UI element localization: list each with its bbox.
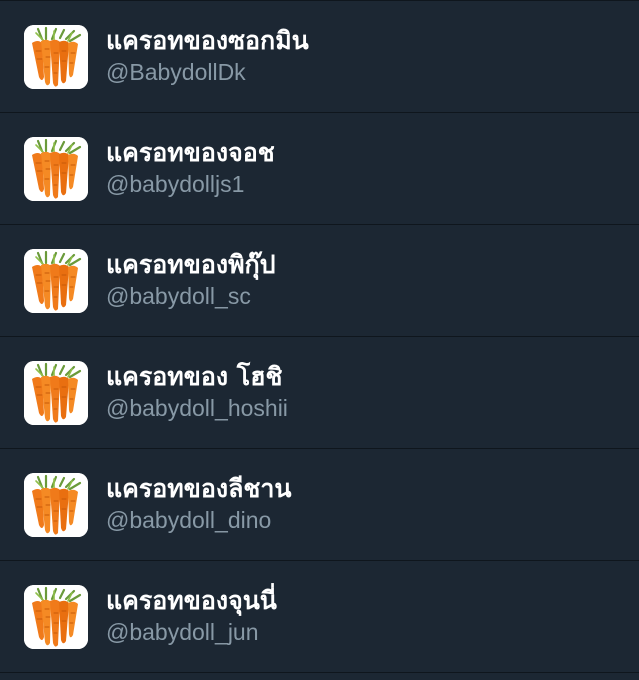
account-handle: @babydoll_sc xyxy=(106,282,251,309)
account-row[interactable]: แครอทของซอกมิน @BabydollDk xyxy=(0,1,639,113)
account-handle: @BabydollDk xyxy=(106,58,246,85)
carrot-icon xyxy=(24,584,88,649)
account-text: แครอทของลีชาน @babydoll_dino xyxy=(106,473,292,535)
carrot-icon xyxy=(24,248,88,313)
account-text: แครอทของซอกมิน @BabydollDk xyxy=(106,25,309,87)
account-text: แครอทของพิกุ๊ป @babydoll_sc xyxy=(106,249,276,311)
account-handle: @babydolljs1 xyxy=(106,170,245,197)
avatar[interactable] xyxy=(24,136,88,201)
avatar[interactable] xyxy=(24,248,88,313)
account-row[interactable]: แครอทของ โฮชิ @babydoll_hoshii xyxy=(0,337,639,449)
account-text: แครอทของจุนนี่ @babydoll_jun xyxy=(106,585,277,647)
avatar[interactable] xyxy=(24,472,88,537)
account-list: แครอทของซอกมิน @BabydollDk แครอทของจอช @… xyxy=(0,0,639,673)
avatar[interactable] xyxy=(24,360,88,425)
account-text: แครอทของจอช @babydolljs1 xyxy=(106,137,275,199)
account-row[interactable]: แครอทของพิกุ๊ป @babydoll_sc xyxy=(0,225,639,337)
account-display-name: แครอทของลีชาน xyxy=(106,473,292,503)
account-handle: @babydoll_hoshii xyxy=(106,394,288,421)
account-handle: @babydoll_dino xyxy=(106,506,272,533)
carrot-icon xyxy=(24,24,88,89)
account-display-name: แครอทของซอกมิน xyxy=(106,25,309,55)
carrot-icon xyxy=(24,360,88,425)
account-text: แครอทของ โฮชิ @babydoll_hoshii xyxy=(106,361,288,423)
carrot-icon xyxy=(24,136,88,201)
account-display-name: แครอทของจอช xyxy=(106,137,275,167)
account-row[interactable]: แครอทของจุนนี่ @babydoll_jun xyxy=(0,561,639,673)
avatar[interactable] xyxy=(24,584,88,649)
account-display-name: แครอทของ โฮชิ xyxy=(106,361,283,391)
account-row[interactable]: แครอทของจอช @babydolljs1 xyxy=(0,113,639,225)
account-handle: @babydoll_jun xyxy=(106,618,259,645)
account-row[interactable]: แครอทของลีชาน @babydoll_dino xyxy=(0,449,639,561)
account-display-name: แครอทของจุนนี่ xyxy=(106,585,277,615)
account-display-name: แครอทของพิกุ๊ป xyxy=(106,249,276,279)
avatar[interactable] xyxy=(24,24,88,89)
carrot-icon xyxy=(24,472,88,537)
